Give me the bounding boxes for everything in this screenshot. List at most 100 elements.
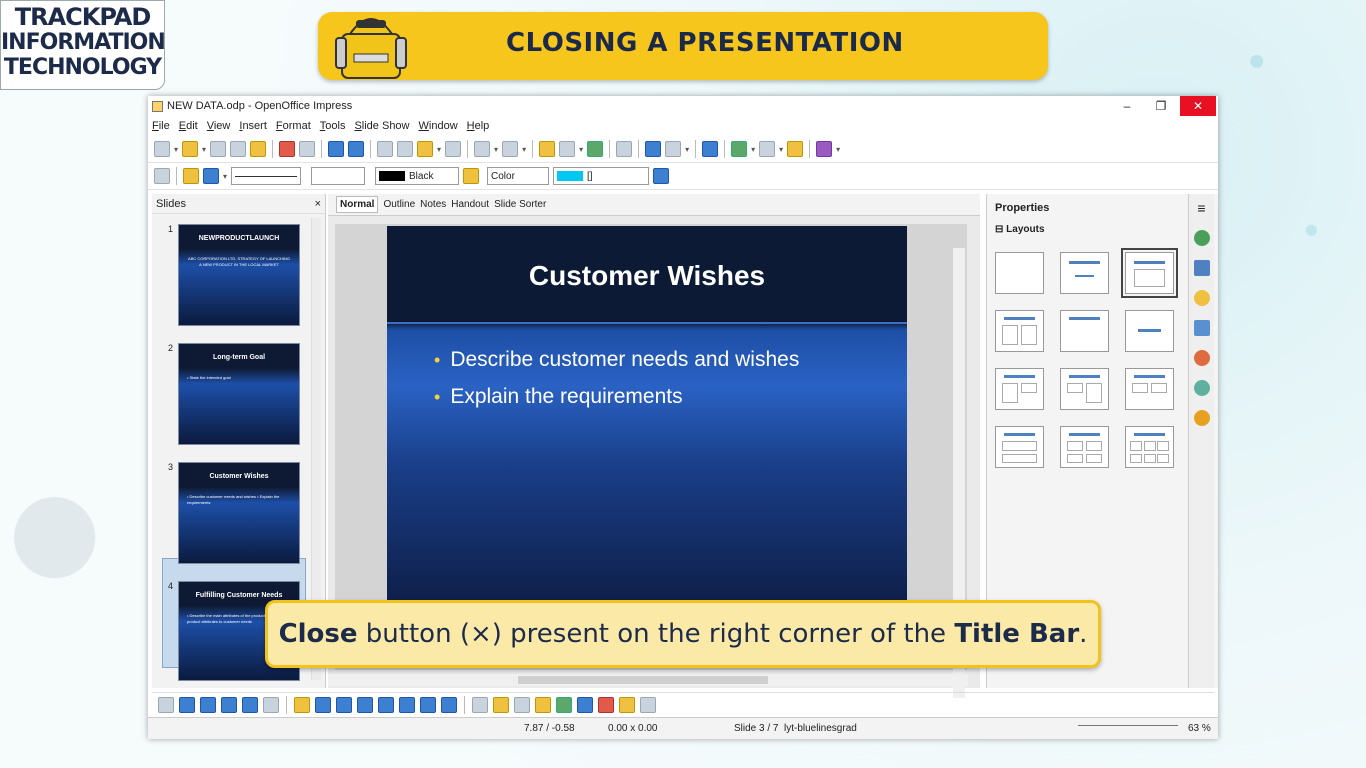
flowchart-icon[interactable] (399, 696, 415, 713)
slide-bullet[interactable]: Explain the requirements (434, 385, 682, 409)
layout-title-6-content[interactable] (1125, 426, 1174, 468)
line-width-field[interactable] (311, 167, 366, 185)
navigator-icon[interactable] (645, 141, 662, 157)
paste-dropdown-icon[interactable]: ▾ (437, 145, 441, 154)
gallery-icon[interactable] (1193, 380, 1210, 396)
menu-tools[interactable]: Tools (320, 120, 346, 132)
menu-edit[interactable]: Edit (179, 120, 198, 132)
layout-title-only[interactable] (1060, 310, 1109, 352)
layout-blank[interactable] (995, 252, 1044, 294)
zoom-dropdown-icon[interactable]: ▾ (685, 145, 689, 154)
line-color-select[interactable]: Black (375, 167, 460, 185)
connector-icon[interactable] (315, 696, 331, 713)
slide-bullet[interactable]: Describe customer needs and wishes (434, 348, 799, 372)
layout-title-2-content[interactable] (995, 310, 1044, 352)
copy-icon[interactable] (397, 141, 414, 157)
minimize-button[interactable]: – (1110, 96, 1144, 116)
tab-normal[interactable]: Normal (336, 196, 379, 213)
clone-formatting-icon[interactable] (445, 141, 462, 157)
spellcheck-icon[interactable] (328, 141, 345, 157)
layout-title-4-content[interactable] (1060, 426, 1109, 468)
line-icon[interactable] (183, 168, 199, 184)
rectangle-icon[interactable] (221, 696, 237, 713)
align-icon[interactable] (619, 696, 635, 713)
zoom-level[interactable]: 63 % (1188, 723, 1211, 734)
menu-window[interactable]: Window (419, 120, 458, 132)
custom-animation-icon[interactable] (1193, 290, 1210, 306)
ellipse-icon[interactable] (242, 696, 258, 713)
slide-show-dropdown-icon[interactable]: ▾ (836, 145, 840, 154)
grid-icon[interactable] (616, 141, 633, 157)
sidebar-menu-icon[interactable]: ≡ (1189, 200, 1214, 216)
extrusion-icon[interactable] (577, 696, 593, 713)
gallery-tb-icon[interactable] (535, 696, 551, 713)
zoom-slider[interactable] (1078, 725, 1178, 733)
chart-icon[interactable] (539, 141, 556, 157)
slide-master-icon[interactable] (787, 141, 804, 157)
slide-layout-dropdown-icon[interactable]: ▾ (751, 145, 755, 154)
canvas-horizontal-scrollbar[interactable] (328, 674, 968, 686)
slide-design-icon[interactable] (759, 141, 776, 157)
new-dropdown-icon[interactable]: ▾ (174, 145, 178, 154)
open-icon[interactable] (182, 141, 199, 157)
navigator-deck-icon[interactable] (1193, 410, 1210, 426)
export-pdf-icon[interactable] (279, 141, 296, 157)
maximize-button[interactable]: ❐ (1144, 96, 1178, 116)
redo-icon[interactable] (502, 141, 519, 157)
help-icon[interactable] (702, 141, 719, 157)
redo-dropdown-icon[interactable]: ▾ (522, 145, 526, 154)
open-dropdown-icon[interactable]: ▾ (202, 145, 206, 154)
styles-icon[interactable] (154, 168, 170, 184)
slides-pane-close-button[interactable]: × (315, 198, 321, 210)
points-icon[interactable] (472, 696, 488, 713)
new-icon[interactable] (154, 141, 170, 157)
from-file-icon[interactable] (514, 696, 530, 713)
arrow-style-icon[interactable] (203, 168, 219, 184)
save-icon[interactable] (210, 141, 227, 157)
slide-thumbnail-1[interactable]: NEWPRODUCTLAUNCH ABC CORPORATION LTD. ST… (178, 224, 300, 326)
edit-file-icon[interactable] (250, 141, 267, 157)
tab-notes[interactable]: Notes (420, 199, 446, 210)
tab-handout[interactable]: Handout (451, 199, 489, 210)
email-icon[interactable] (230, 141, 247, 157)
layout-title-content[interactable] (1060, 252, 1109, 294)
draw-line-icon[interactable] (179, 696, 195, 713)
slide-title[interactable]: Customer Wishes (387, 260, 907, 292)
table-icon[interactable] (559, 141, 576, 157)
master-pages-icon[interactable] (1193, 260, 1210, 276)
menu-help[interactable]: Help (467, 120, 490, 132)
basic-shapes-icon[interactable] (336, 696, 352, 713)
area-icon[interactable] (463, 168, 480, 184)
cut-icon[interactable] (377, 141, 394, 157)
undo-dropdown-icon[interactable]: ▾ (494, 145, 498, 154)
zoom-icon[interactable] (665, 141, 682, 157)
properties-deck-icon[interactable] (1193, 230, 1210, 246)
block-arrows-icon[interactable] (378, 696, 394, 713)
slide-design-dropdown-icon[interactable]: ▾ (779, 145, 783, 154)
hyperlink-icon[interactable] (587, 141, 604, 157)
layout-title-content-2[interactable] (1060, 368, 1109, 410)
scrollbar-thumb[interactable] (518, 676, 768, 684)
tab-slide-sorter[interactable]: Slide Sorter (494, 199, 546, 210)
undo-icon[interactable] (474, 141, 491, 157)
menu-slide-show[interactable]: Slide Show (354, 120, 409, 132)
effects-icon[interactable] (598, 696, 614, 713)
layout-title-2-over-content[interactable] (1125, 368, 1174, 410)
fontwork-icon[interactable] (493, 696, 509, 713)
slide-show-icon[interactable] (816, 141, 833, 157)
curve-icon[interactable] (294, 696, 310, 713)
print-icon[interactable] (299, 141, 316, 157)
shadow-icon[interactable] (653, 168, 670, 184)
image-icon[interactable] (556, 696, 572, 713)
layout-centered-text[interactable] (1125, 310, 1174, 352)
callouts-icon[interactable] (420, 696, 436, 713)
line-style-select[interactable] (231, 167, 302, 185)
tab-outline[interactable]: Outline (383, 199, 415, 210)
current-slide[interactable]: Customer Wishes Describe customer needs … (387, 226, 907, 626)
fill-type-select[interactable]: Color (487, 167, 550, 185)
arrow-style-dropdown-icon[interactable]: ▾ (223, 172, 227, 181)
symbol-shapes-icon[interactable] (357, 696, 373, 713)
menu-insert[interactable]: Insert (239, 120, 267, 132)
close-button[interactable]: ✕ (1180, 96, 1216, 116)
menu-view[interactable]: View (207, 120, 231, 132)
